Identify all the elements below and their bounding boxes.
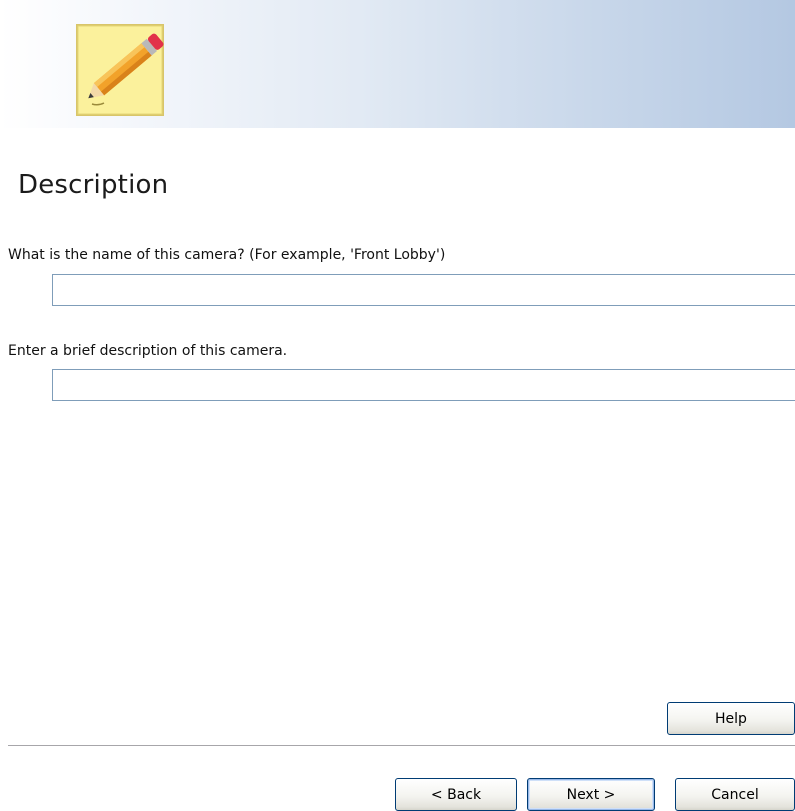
pencil-note-icon: [76, 24, 164, 116]
camera-name-label: What is the name of this camera? (For ex…: [8, 247, 446, 263]
next-button[interactable]: Next >: [527, 778, 655, 811]
footer-divider: [8, 745, 795, 747]
back-button[interactable]: < Back: [395, 778, 517, 811]
cancel-button[interactable]: Cancel: [675, 778, 795, 811]
wizard-header-banner: [0, 0, 795, 128]
help-button[interactable]: Help: [667, 702, 795, 735]
camera-description-input[interactable]: [52, 369, 795, 401]
page-title: Description: [18, 170, 169, 200]
camera-description-label: Enter a brief description of this camera…: [8, 343, 288, 359]
camera-name-input[interactable]: [52, 274, 795, 306]
